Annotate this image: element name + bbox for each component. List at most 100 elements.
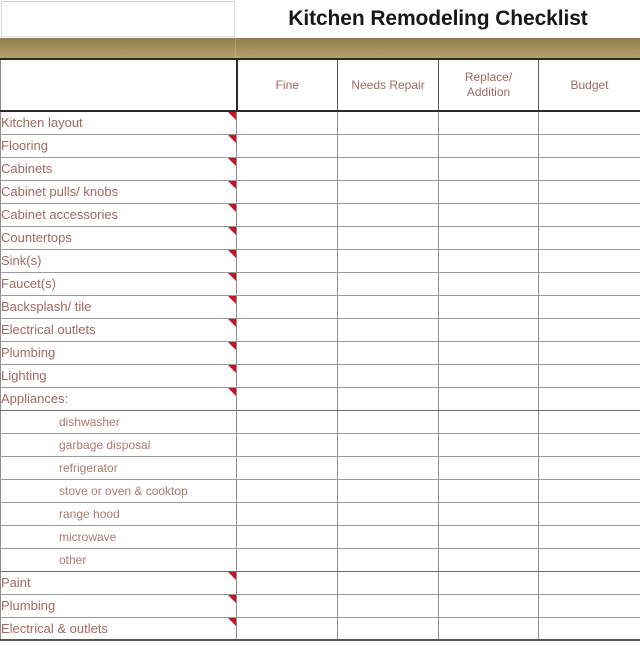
cell-fine[interactable] (236, 111, 338, 135)
cell-budget[interactable] (538, 340, 640, 365)
cell-fine[interactable] (236, 271, 338, 296)
cell-budget[interactable] (538, 317, 640, 342)
row-label-cell[interactable]: refrigerator (0, 455, 237, 480)
cell-needs-repair[interactable] (337, 455, 439, 480)
row-label-cell[interactable]: Electrical & outlets (0, 616, 237, 641)
cell-needs-repair[interactable] (337, 386, 439, 411)
cell-replace-addition[interactable] (438, 455, 539, 480)
cell-budget[interactable] (538, 455, 640, 480)
cell-budget[interactable] (538, 432, 640, 457)
cell-replace-addition[interactable] (438, 133, 539, 158)
cell-replace-addition[interactable] (438, 317, 539, 342)
row-label-cell[interactable]: other (0, 547, 237, 572)
cell-replace-addition[interactable] (438, 570, 539, 595)
row-label-cell[interactable]: Cabinet pulls/ knobs (0, 179, 237, 204)
cell-fine[interactable] (236, 202, 338, 227)
cell-budget[interactable] (538, 111, 640, 135)
cell-needs-repair[interactable] (337, 524, 439, 549)
row-label-cell[interactable]: garbage disposal (0, 432, 237, 457)
row-label-cell[interactable]: Countertops (0, 225, 237, 250)
cell-needs-repair[interactable] (337, 202, 439, 227)
cell-budget[interactable] (538, 248, 640, 273)
cell-needs-repair[interactable] (337, 133, 439, 158)
cell-needs-repair[interactable] (337, 547, 439, 572)
cell-replace-addition[interactable] (438, 294, 539, 319)
cell-needs-repair[interactable] (337, 294, 439, 319)
cell-budget[interactable] (538, 156, 640, 181)
row-label-cell[interactable]: Flooring (0, 133, 237, 158)
cell-replace-addition[interactable] (438, 432, 539, 457)
cell-needs-repair[interactable] (337, 156, 439, 181)
cell-needs-repair[interactable] (337, 317, 439, 342)
cell-budget[interactable] (538, 202, 640, 227)
cell-replace-addition[interactable] (438, 340, 539, 365)
cell-needs-repair[interactable] (337, 616, 439, 641)
cell-replace-addition[interactable] (438, 202, 539, 227)
cell-replace-addition[interactable] (438, 179, 539, 204)
row-label-cell[interactable]: range hood (0, 501, 237, 526)
cell-fine[interactable] (236, 340, 338, 365)
cell-fine[interactable] (236, 547, 338, 572)
row-label-cell[interactable]: Appliances: (0, 386, 237, 411)
cell-fine[interactable] (236, 225, 338, 250)
cell-replace-addition[interactable] (438, 248, 539, 273)
cell-replace-addition[interactable] (438, 501, 539, 526)
cell-budget[interactable] (538, 133, 640, 158)
cell-fine[interactable] (236, 409, 338, 434)
cell-needs-repair[interactable] (337, 363, 439, 388)
cell-needs-repair[interactable] (337, 570, 439, 595)
row-label-cell[interactable]: Paint (0, 570, 237, 595)
cell-needs-repair[interactable] (337, 478, 439, 503)
cell-needs-repair[interactable] (337, 593, 439, 618)
cell-budget[interactable] (538, 570, 640, 595)
cell-replace-addition[interactable] (438, 225, 539, 250)
cell-fine[interactable] (236, 294, 338, 319)
cell-needs-repair[interactable] (337, 501, 439, 526)
cell-budget[interactable] (538, 478, 640, 503)
cell-replace-addition[interactable] (438, 478, 539, 503)
cell-needs-repair[interactable] (337, 432, 439, 457)
cell-budget[interactable] (538, 547, 640, 572)
row-label-cell[interactable]: dishwasher (0, 409, 237, 434)
cell-budget[interactable] (538, 225, 640, 250)
cell-fine[interactable] (236, 248, 338, 273)
cell-replace-addition[interactable] (438, 111, 539, 135)
cell-budget[interactable] (538, 386, 640, 411)
row-label-cell[interactable]: Faucet(s) (0, 271, 237, 296)
cell-needs-repair[interactable] (337, 248, 439, 273)
cell-budget[interactable] (538, 501, 640, 526)
cell-needs-repair[interactable] (337, 225, 439, 250)
row-label-cell[interactable]: Sink(s) (0, 248, 237, 273)
cell-budget[interactable] (538, 294, 640, 319)
row-label-cell[interactable]: Cabinet accessories (0, 202, 237, 227)
cell-fine[interactable] (236, 179, 338, 204)
cell-replace-addition[interactable] (438, 524, 539, 549)
cell-fine[interactable] (236, 133, 338, 158)
cell-needs-repair[interactable] (337, 111, 439, 135)
row-label-cell[interactable]: Kitchen layout (0, 111, 237, 135)
cell-fine[interactable] (236, 317, 338, 342)
cell-fine[interactable] (236, 156, 338, 181)
cell-replace-addition[interactable] (438, 271, 539, 296)
cell-budget[interactable] (538, 616, 640, 641)
cell-fine[interactable] (236, 570, 338, 595)
cell-replace-addition[interactable] (438, 409, 539, 434)
cell-replace-addition[interactable] (438, 616, 539, 641)
cell-replace-addition[interactable] (438, 363, 539, 388)
cell-budget[interactable] (538, 409, 640, 434)
row-label-cell[interactable]: Plumbing (0, 340, 237, 365)
cell-budget[interactable] (538, 524, 640, 549)
cell-fine[interactable] (236, 524, 338, 549)
cell-fine[interactable] (236, 593, 338, 618)
cell-budget[interactable] (538, 363, 640, 388)
cell-replace-addition[interactable] (438, 386, 539, 411)
cell-fine[interactable] (236, 386, 338, 411)
row-label-cell[interactable]: microwave (0, 524, 237, 549)
cell-fine[interactable] (236, 432, 338, 457)
cell-budget[interactable] (538, 271, 640, 296)
row-label-cell[interactable]: Lighting (0, 363, 237, 388)
cell-fine[interactable] (236, 455, 338, 480)
cell-replace-addition[interactable] (438, 156, 539, 181)
cell-fine[interactable] (236, 616, 338, 641)
cell-fine[interactable] (236, 363, 338, 388)
